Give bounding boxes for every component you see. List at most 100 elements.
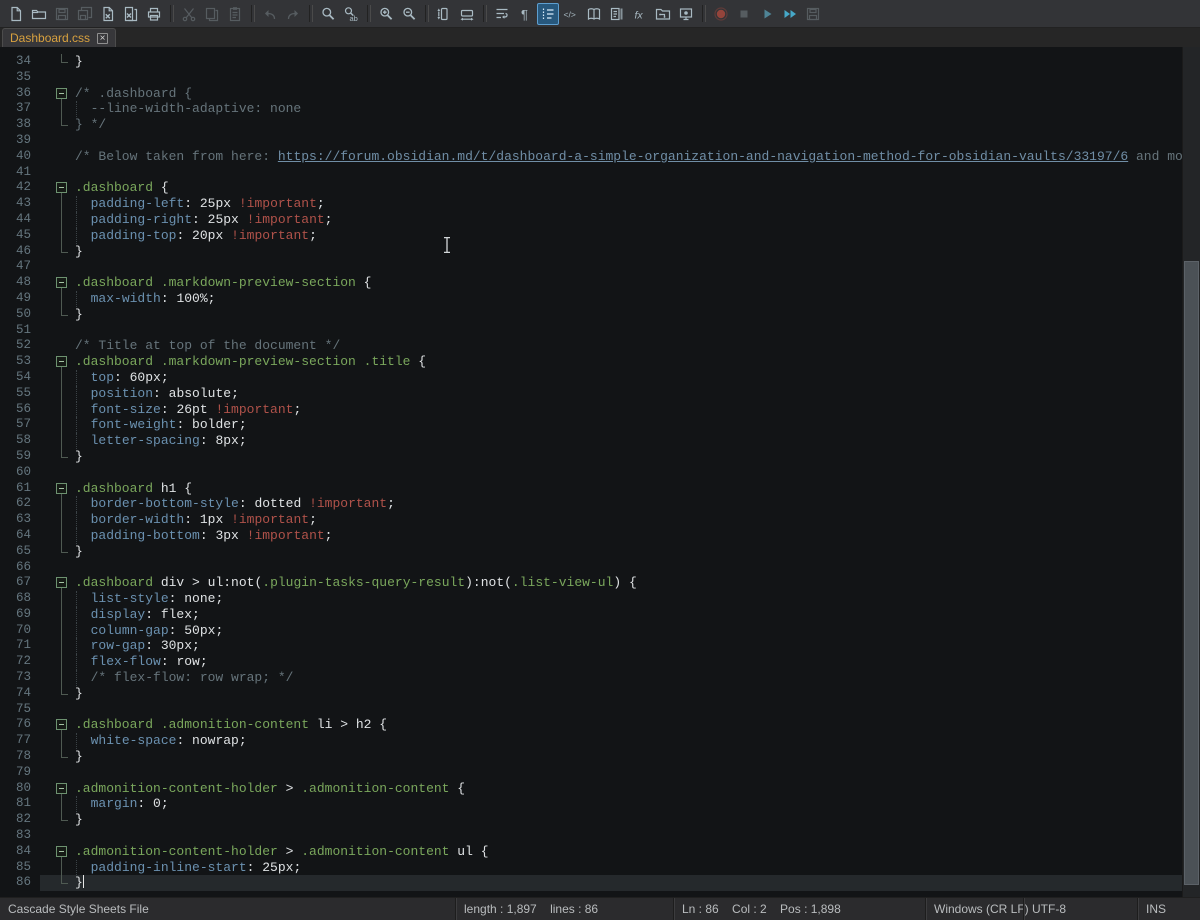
redo-button[interactable] <box>282 3 304 25</box>
sync-horizontal-scroll-button[interactable] <box>456 3 478 25</box>
code-line[interactable]: 75 <box>0 702 1183 718</box>
word-wrap-button[interactable] <box>491 3 513 25</box>
code-line[interactable]: 82} <box>0 812 1183 828</box>
document-map-button[interactable] <box>583 3 605 25</box>
code-line[interactable]: 51 <box>0 323 1183 339</box>
document-list-button[interactable] <box>606 3 628 25</box>
code-line[interactable]: 69 display: flex; <box>0 607 1183 623</box>
fold-collapse-icon[interactable] <box>56 88 67 99</box>
find-button[interactable] <box>317 3 339 25</box>
code-line[interactable]: 72 flex-flow: row; <box>0 654 1183 670</box>
code-line[interactable]: 47 <box>0 259 1183 275</box>
code-line[interactable]: 80.admonition-content-holder > .admoniti… <box>0 781 1183 797</box>
macro-run-multiple-button[interactable] <box>779 3 801 25</box>
code-line[interactable]: 43 padding-left: 25px !important; <box>0 196 1183 212</box>
code-line[interactable]: 67.dashboard div > ul:not(.plugin-tasks-… <box>0 575 1183 591</box>
code-line[interactable]: 58 letter-spacing: 8px; <box>0 433 1183 449</box>
fold-toggle[interactable] <box>53 481 71 497</box>
code-line[interactable]: 35 <box>0 70 1183 86</box>
code-line[interactable]: 48.dashboard .markdown-preview-section { <box>0 275 1183 291</box>
undo-button[interactable] <box>259 3 281 25</box>
code-line[interactable]: 49 max-width: 100%; <box>0 291 1183 307</box>
code-line[interactable]: 44 padding-right: 25px !important; <box>0 212 1183 228</box>
code-line[interactable]: 39 <box>0 133 1183 149</box>
code-line[interactable]: 38} */ <box>0 117 1183 133</box>
code-line[interactable]: 37 --line-width-adaptive: none <box>0 101 1183 117</box>
sync-vertical-scroll-button[interactable] <box>433 3 455 25</box>
code-line[interactable]: 85 padding-inline-start: 25px; <box>0 860 1183 876</box>
code-line[interactable]: 42.dashboard { <box>0 180 1183 196</box>
code-line[interactable]: 54 top: 60px; <box>0 370 1183 386</box>
macro-stop-button[interactable] <box>733 3 755 25</box>
code-line[interactable]: 65} <box>0 544 1183 560</box>
code-line[interactable]: 40/* Below taken from here: https://foru… <box>0 149 1183 165</box>
code-line[interactable]: 68 list-style: none; <box>0 591 1183 607</box>
fold-collapse-icon[interactable] <box>56 783 67 794</box>
fold-toggle[interactable] <box>53 180 71 196</box>
status-eol-format[interactable]: Windows (CR LF) <box>925 898 1023 920</box>
code-line[interactable]: 81 margin: 0; <box>0 796 1183 812</box>
code-line[interactable]: 71 row-gap: 30px; <box>0 638 1183 654</box>
code-line[interactable]: 53.dashboard .markdown-preview-section .… <box>0 354 1183 370</box>
fold-collapse-icon[interactable] <box>56 483 67 494</box>
fold-toggle[interactable] <box>53 86 71 102</box>
code-line[interactable]: 78} <box>0 749 1183 765</box>
close-all-button[interactable] <box>120 3 142 25</box>
status-insert-mode[interactable]: INS <box>1137 898 1200 920</box>
fold-collapse-icon[interactable] <box>56 577 67 588</box>
code-line[interactable]: 52/* Title at top of the document */ <box>0 338 1183 354</box>
save-file-button[interactable] <box>51 3 73 25</box>
code-line[interactable]: 60 <box>0 465 1183 481</box>
zoom-in-button[interactable] <box>375 3 397 25</box>
new-file-button[interactable] <box>5 3 27 25</box>
code-line[interactable]: 83 <box>0 828 1183 844</box>
fold-toggle[interactable] <box>53 575 71 591</box>
code-line[interactable]: 84.admonition-content-holder > .admoniti… <box>0 844 1183 860</box>
code-line[interactable]: 70 column-gap: 50px; <box>0 623 1183 639</box>
tab-dashboard-css[interactable]: Dashboard.css × <box>2 28 116 47</box>
code-line[interactable]: 55 position: absolute; <box>0 386 1183 402</box>
code-line[interactable]: 76.dashboard .admonition-content li > h2… <box>0 717 1183 733</box>
code-line[interactable]: 45 padding-top: 20px !important; <box>0 228 1183 244</box>
fold-toggle[interactable] <box>53 717 71 733</box>
paste-button[interactable] <box>224 3 246 25</box>
code-line[interactable]: 73 /* flex-flow: row wrap; */ <box>0 670 1183 686</box>
tab-close-icon[interactable]: × <box>97 33 108 44</box>
print-button[interactable] <box>143 3 165 25</box>
show-indent-guide-button[interactable] <box>537 3 559 25</box>
open-file-button[interactable] <box>28 3 50 25</box>
define-language-button[interactable] <box>560 3 582 25</box>
code-line[interactable]: 86} <box>0 875 1183 891</box>
fold-collapse-icon[interactable] <box>56 356 67 367</box>
vertical-scrollbar[interactable] <box>1182 47 1200 897</box>
code-line[interactable]: 59} <box>0 449 1183 465</box>
zoom-out-button[interactable] <box>398 3 420 25</box>
code-line[interactable]: 50} <box>0 307 1183 323</box>
fold-toggle[interactable] <box>53 354 71 370</box>
monitoring-button[interactable] <box>675 3 697 25</box>
editor[interactable]: 34}3536/* .dashboard {37 --line-width-ad… <box>0 47 1200 897</box>
fold-collapse-icon[interactable] <box>56 277 67 288</box>
folder-as-workspace-button[interactable] <box>652 3 674 25</box>
code-line[interactable]: 34} <box>0 54 1183 70</box>
fold-collapse-icon[interactable] <box>56 719 67 730</box>
code-line[interactable]: 63 border-width: 1px !important; <box>0 512 1183 528</box>
fold-toggle[interactable] <box>53 275 71 291</box>
cut-button[interactable] <box>178 3 200 25</box>
fold-collapse-icon[interactable] <box>56 182 67 193</box>
show-all-characters-button[interactable] <box>514 3 536 25</box>
code-line[interactable]: 62 border-bottom-style: dotted !importan… <box>0 496 1183 512</box>
code-line[interactable]: 57 font-weight: bolder; <box>0 417 1183 433</box>
macro-record-button[interactable] <box>710 3 732 25</box>
macro-playback-button[interactable] <box>756 3 778 25</box>
close-file-button[interactable] <box>97 3 119 25</box>
function-list-button[interactable] <box>629 3 651 25</box>
save-all-button[interactable] <box>74 3 96 25</box>
scrollbar-thumb[interactable] <box>1184 261 1199 885</box>
fold-toggle[interactable] <box>53 844 71 860</box>
code-line[interactable]: 64 padding-bottom: 3px !important; <box>0 528 1183 544</box>
code-line[interactable]: 36/* .dashboard { <box>0 86 1183 102</box>
code-line[interactable]: 46} <box>0 244 1183 260</box>
fold-toggle[interactable] <box>53 781 71 797</box>
macro-save-button[interactable] <box>802 3 824 25</box>
